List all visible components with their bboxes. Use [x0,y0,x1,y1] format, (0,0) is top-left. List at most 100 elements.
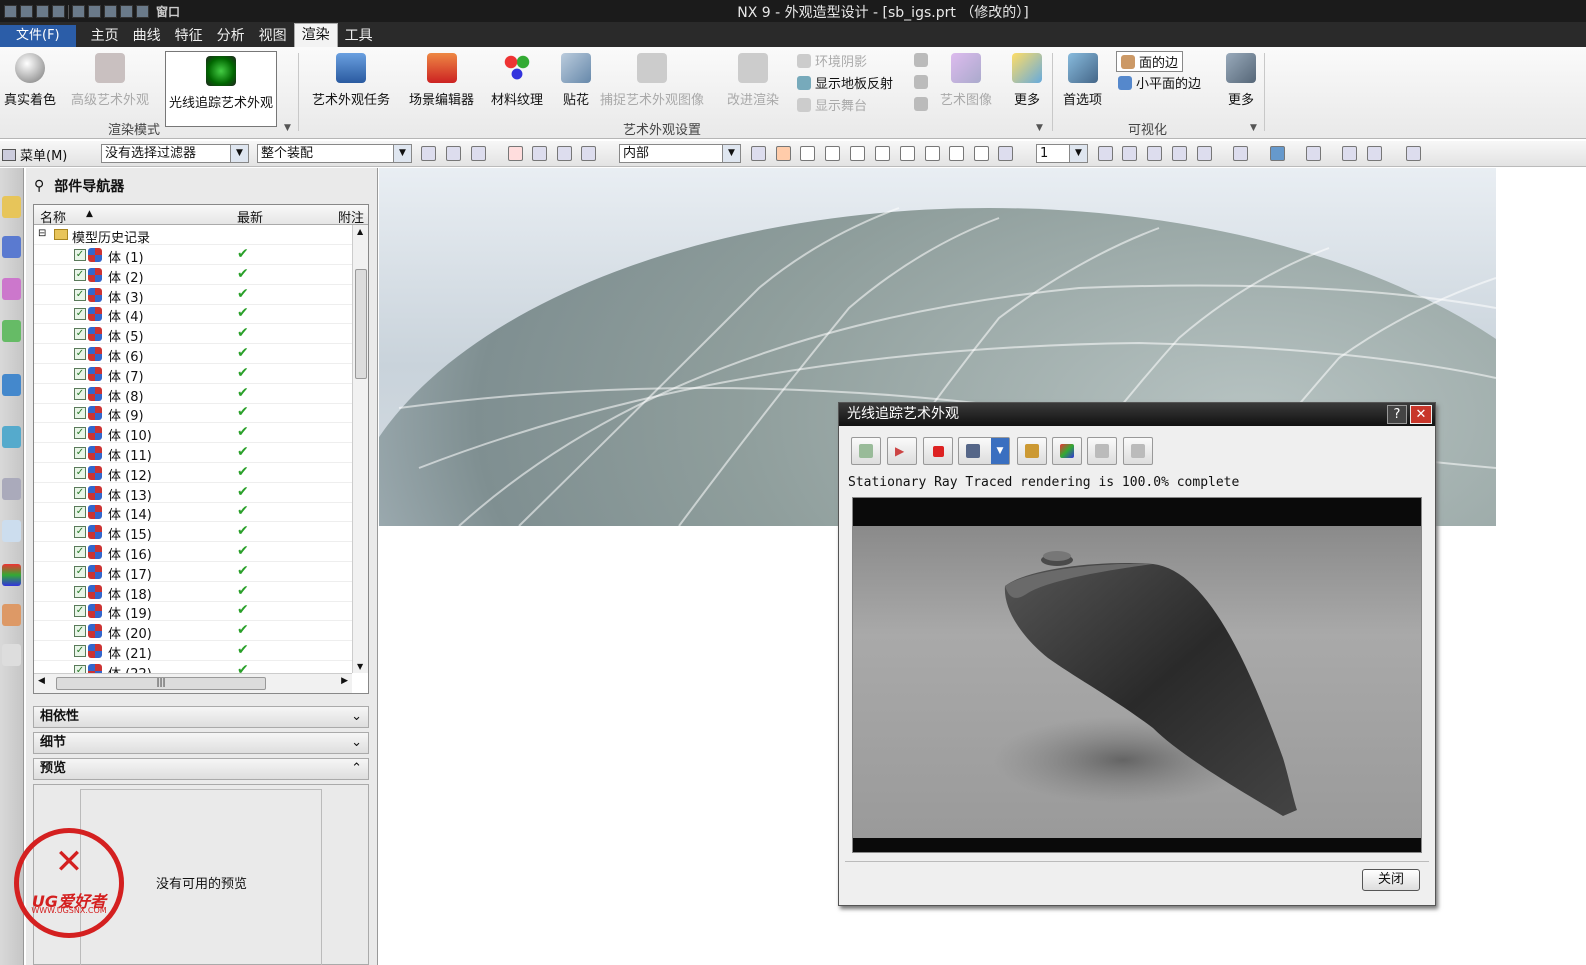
column-latest[interactable]: 最新 [237,207,263,226]
small-tool-2[interactable] [914,75,928,89]
tree-row[interactable]: ✓ 体 (6) ✔ [34,344,352,365]
tree-row[interactable]: ✓ 体 (11) ✔ [34,443,352,464]
capture-image-button[interactable]: 捕捉艺术外观图像 [600,49,704,108]
start-render-button[interactable] [851,437,881,465]
constraint-navigator-icon[interactable] [2,236,21,258]
tree-row[interactable]: ✓ 体 (18) ✔ [34,582,352,603]
camera-dropdown[interactable]: ▼ [958,437,1010,465]
visibility-checkbox[interactable]: ✓ [74,565,86,578]
save-button[interactable] [1123,437,1153,465]
roles-icon[interactable] [2,604,21,626]
history-icon[interactable] [2,426,21,448]
show-stage-toggle[interactable]: 显示舞台 [797,95,867,114]
tree-row[interactable]: ✓ 体 (10) ✔ [34,423,352,444]
snap-icon[interactable] [508,146,523,161]
view-icon[interactable] [751,146,766,161]
tree-row[interactable]: ✓ 体 (19) ✔ [34,601,352,622]
center-icon[interactable] [900,146,915,161]
system-materials-icon[interactable] [2,520,21,542]
tree-row[interactable]: ✓ 体 (7) ✔ [34,364,352,385]
tree-root-row[interactable]: ⊟ 模型历史记录 [34,225,352,246]
visibility-checkbox[interactable]: ✓ [74,526,86,539]
fit-icon[interactable] [1098,146,1113,161]
show-hide-icon[interactable] [1306,146,1321,161]
tree-row[interactable]: ✓ 体 (8) ✔ [34,384,352,405]
wcs-icon[interactable] [1342,146,1357,161]
point-icon[interactable] [875,146,890,161]
assembly-navigator-icon[interactable] [2,196,21,218]
scene-editor-button[interactable]: 场景编辑器 [409,49,474,108]
pan-icon[interactable] [1172,146,1187,161]
render-mode-dropdown-icon[interactable]: ▼ [284,123,291,133]
layout-icon[interactable] [1197,146,1212,161]
line-icon[interactable] [825,146,840,161]
floor-reflection-toggle[interactable]: 显示地板反射 [797,73,893,92]
tab-view[interactable]: 视图 [252,25,294,47]
cube-icon[interactable] [776,146,791,161]
more-visualization-button[interactable]: 更多 [1226,49,1256,108]
circle-icon[interactable] [925,146,940,161]
snap-settings-icon[interactable] [998,146,1013,161]
clock-icon[interactable] [2,478,21,500]
tree-row[interactable]: ✓ 体 (12) ✔ [34,463,352,484]
tab-analysis[interactable]: 分析 [210,25,252,47]
scroll-down-icon[interactable]: ▼ [357,662,363,671]
true-shading-button[interactable]: 真实着色 [4,49,56,108]
scrollbar-thumb[interactable]: ||| [56,677,266,690]
small-tool-1[interactable] [914,53,928,67]
edit-button[interactable] [1087,437,1117,465]
more-art-button[interactable]: 更多 [1012,49,1042,108]
tree-row[interactable]: ✓ 体 (2) ✔ [34,265,352,286]
settings-button[interactable] [1017,437,1047,465]
filter-icon[interactable] [471,146,486,161]
visibility-checkbox[interactable]: ✓ [74,348,86,360]
layer-select[interactable]: 1 ▼ [1036,144,1088,163]
tree-row[interactable]: ✓ 体 (21) ✔ [34,641,352,662]
visibility-checkbox[interactable]: ✓ [74,585,86,598]
tree-row[interactable]: ✓ 体 (15) ✔ [34,522,352,543]
help-icon[interactable]: ? [1387,405,1407,424]
settings-icon[interactable] [1406,146,1421,161]
decal-button[interactable]: 贴花 [561,49,591,108]
face-edges-toggle[interactable]: 面的边 [1116,51,1184,72]
visibility-checkbox[interactable]: ✓ [74,427,86,440]
system-scenes-icon[interactable] [2,644,21,666]
visual-palette-icon[interactable] [2,564,21,586]
assembly-icon[interactable] [421,146,436,161]
tree-row[interactable]: ✓ 体 (1) ✔ [34,245,352,266]
visibility-checkbox[interactable]: ✓ [74,328,86,341]
scroll-up-icon[interactable]: ▲ [357,227,363,236]
play-button[interactable]: ▶ [887,437,917,465]
improve-render-button[interactable]: 改进渲染 [727,49,779,108]
curve-icon[interactable] [850,146,865,161]
tab-render[interactable]: 渲染 [293,23,338,47]
visibility-checkbox[interactable]: ✓ [74,367,86,380]
tree-row[interactable]: ✓ 体 (3) ✔ [34,285,352,306]
visibility-checkbox[interactable]: ✓ [74,387,86,400]
ray-traced-studio-button[interactable]: 光线追踪艺术外观 [165,51,278,127]
visibility-checkbox[interactable]: ✓ [74,645,86,657]
material-texture-button[interactable]: 材料纹理 [491,49,543,108]
tree-row[interactable]: ✓ 体 (20) ✔ [34,621,352,642]
stop-button[interactable] [923,437,953,465]
close-button[interactable]: 关闭 [1362,869,1420,891]
advanced-studio-button[interactable]: 高级艺术外观 [71,49,149,108]
visibility-checkbox[interactable]: ✓ [74,625,86,638]
tree-row[interactable]: ✓ 体 (17) ✔ [34,562,352,583]
scroll-left-icon[interactable]: ◀ [38,676,45,686]
visibility-checkbox[interactable]: ✓ [74,288,86,301]
horizontal-scrollbar[interactable]: ◀ ||| ▶ [34,673,352,693]
tab-curve[interactable]: 曲线 [126,25,168,47]
visualization-dropdown-icon[interactable]: ▼ [1250,123,1257,133]
visibility-checkbox[interactable]: ✓ [74,407,86,420]
preferences-button[interactable]: 首选项 [1063,49,1102,108]
zoom-icon[interactable] [1122,146,1137,161]
snap-icon[interactable] [532,146,547,161]
preview-section[interactable]: 预览 ⌃ [33,758,369,780]
cross-icon[interactable] [949,146,964,161]
scroll-right-icon[interactable]: ▶ [341,676,348,686]
close-icon[interactable]: ✕ [1410,405,1432,424]
visibility-checkbox[interactable]: ✓ [74,486,86,499]
wcs-icon[interactable] [1367,146,1382,161]
tree-row[interactable]: ✓ 体 (9) ✔ [34,403,352,424]
